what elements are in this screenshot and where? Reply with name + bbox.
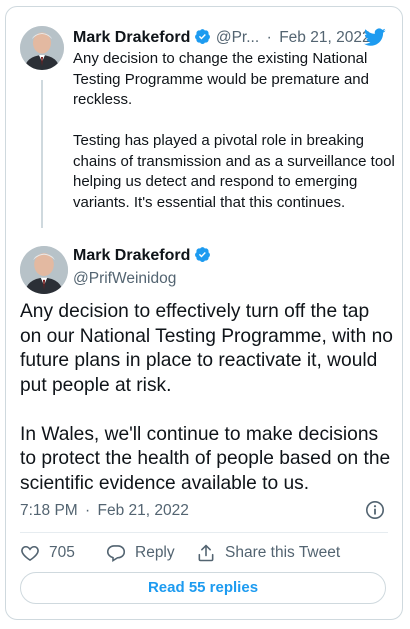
reply-button[interactable]: Reply (106, 543, 196, 563)
divider (20, 532, 388, 533)
author-name[interactable]: Mark Drakeford (73, 247, 190, 264)
thread-connector-line (41, 80, 43, 228)
quoted-tweet-date[interactable]: Feb 21, 2022 (279, 29, 370, 46)
author-name-row: Mark Drakeford (73, 245, 211, 270)
info-icon[interactable] (365, 500, 385, 525)
quoted-author-name[interactable]: Mark Drakeford (73, 29, 190, 46)
tweet-actions: 705 Reply Share this Tweet (20, 542, 340, 564)
author-handle[interactable]: @PrifWeinidog (73, 269, 176, 289)
tweet-timestamp[interactable]: 7:18 PM · Feb 21, 2022 (20, 500, 189, 522)
tweet-time[interactable]: 7:18 PM (20, 502, 78, 519)
quoted-author-handle[interactable]: @Pr... (216, 29, 259, 46)
author-avatar[interactable] (20, 246, 68, 294)
dot-separator: · (85, 502, 91, 519)
reply-icon (106, 545, 126, 563)
share-button[interactable]: Share this Tweet (196, 543, 340, 563)
like-count: 705 (49, 544, 75, 561)
tweet-date[interactable]: Feb 21, 2022 (98, 502, 189, 519)
quoted-tweet-text: Any decision to change the existing Nati… (73, 50, 395, 211)
verified-badge-icon (194, 246, 211, 270)
tweet-text: Any decision to effectively turn off the… (20, 301, 393, 494)
dot-separator: · (266, 29, 272, 46)
share-label: Share this Tweet (225, 544, 341, 561)
read-replies-button[interactable]: Read 55 replies (20, 572, 386, 604)
share-icon (198, 544, 214, 562)
like-button[interactable]: 705 (20, 543, 106, 563)
quoted-author-avatar[interactable] (20, 26, 64, 70)
reply-label: Reply (135, 544, 175, 561)
heart-icon (21, 545, 39, 562)
